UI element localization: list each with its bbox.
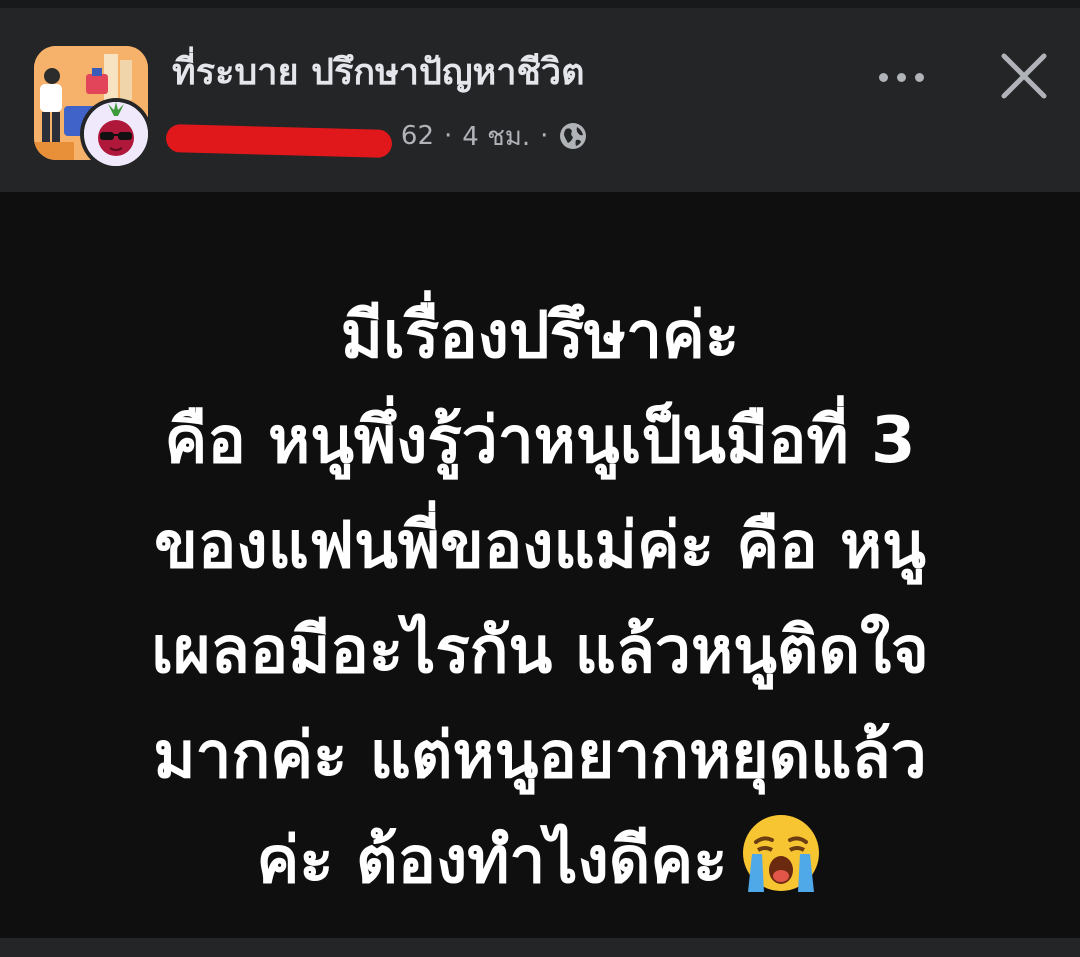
post-text-line: มีเรื่องปรึษาค่ะ	[340, 299, 740, 373]
author-name-text: 62	[400, 121, 434, 151]
close-button[interactable]	[994, 46, 1054, 106]
post-text-line: คือ หนูพึ่งรู้ว่าหนูเป็นมือที่ 3	[164, 404, 916, 478]
facebook-post: ที่ระบาย ปรึกษาปัญหาชีวิต 62 · 4 ชม. · ม…	[0, 0, 1080, 957]
top-divider	[0, 0, 1080, 8]
post-text-line: เผลอมีอะไรกัน แล้วหนูติดใจ	[151, 614, 929, 688]
post-time[interactable]: 4 ชม.	[462, 116, 530, 157]
post-text-line: ค่ะ ต้องทำไงดีคะ	[256, 824, 728, 898]
post-text-line: ของแฟนพี่ของแม่ค่ะ คือ หนู	[154, 509, 926, 583]
bottom-bar	[0, 938, 1080, 957]
more-options-icon	[896, 72, 906, 82]
user-avatar[interactable]	[80, 98, 152, 170]
globe-icon	[558, 121, 588, 151]
redaction-mark	[165, 124, 393, 158]
crying-face-emoji	[738, 810, 824, 896]
meta-separator: ·	[444, 121, 453, 151]
more-options-icon	[914, 72, 924, 82]
meta-separator: ·	[540, 121, 549, 151]
post-body: มีเรื่องปรึษาค่ะ คือ หนูพึ่งรู้ว่าหนูเป็…	[0, 192, 1080, 938]
group-name[interactable]: ที่ระบาย ปรึกษาปัญหาชีวิต	[172, 48, 585, 98]
post-text-last-line: ค่ะ ต้องทำไงดีคะ	[0, 809, 1080, 914]
more-options-icon	[878, 72, 888, 82]
radish-sunglasses-avatar	[84, 102, 148, 166]
close-icon	[1001, 53, 1047, 99]
post-header: ที่ระบาย ปรึกษาปัญหาชีวิต 62 · 4 ชม. ·	[0, 8, 1080, 192]
more-options-button[interactable]	[866, 54, 936, 100]
post-text-line: มากค่ะ แต่หนูอยากหยุดแล้ว	[153, 719, 927, 793]
post-meta: 62 · 4 ชม. ·	[165, 114, 588, 158]
post-text: มีเรื่องปรึษาค่ะ คือ หนูพึ่งรู้ว่าหนูเป็…	[0, 284, 1080, 914]
author-name[interactable]: 62	[165, 121, 434, 158]
